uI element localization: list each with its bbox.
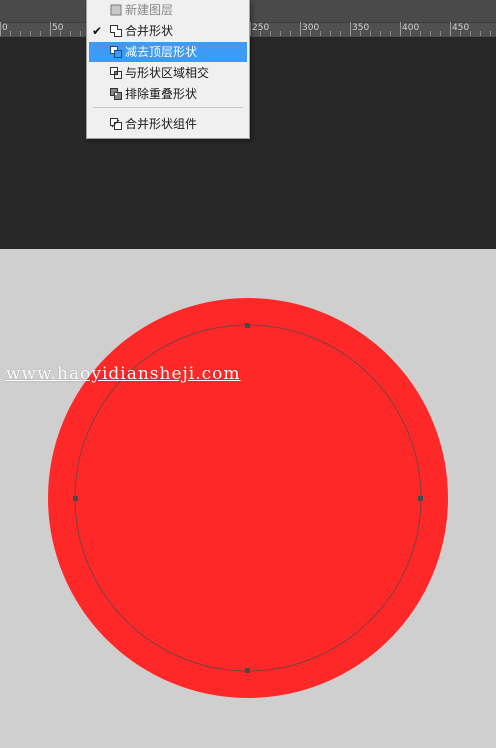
watermark-text: www.haoyidiansheji.com (6, 364, 241, 384)
menu-item-label: 排除重叠形状 (125, 87, 198, 101)
path-operations-menu: 新建图层 ✔ 合并形状 减去顶层形状 与形状区域相交 排除重叠形状 合并形状组件 (86, 0, 250, 139)
new-layer-icon (110, 4, 122, 16)
menu-item-label: 合并形状组件 (125, 117, 198, 131)
exclude-overlapping-shapes-icon (110, 88, 122, 100)
checkmark-icon: ✔ (92, 24, 103, 38)
anchor-point-bottom[interactable] (245, 668, 250, 673)
menu-item-exclude-overlapping-shapes[interactable]: 排除重叠形状 (89, 84, 247, 104)
menu-item-subtract-front-shape[interactable]: 减去顶层形状 (89, 42, 247, 62)
intersect-shape-areas-icon (110, 67, 122, 79)
combine-shapes-icon (110, 25, 122, 37)
subtract-front-shape-icon (110, 46, 122, 58)
anchor-point-left[interactable] (73, 496, 78, 501)
menu-item-new-layer[interactable]: 新建图层 (89, 0, 247, 20)
anchor-point-top[interactable] (245, 323, 250, 328)
merge-shape-components-icon (110, 118, 122, 130)
menu-item-label: 减去顶层形状 (125, 45, 198, 59)
red-circle-shape[interactable] (48, 298, 448, 698)
anchor-point-right[interactable] (418, 496, 423, 501)
menu-item-label: 与形状区域相交 (125, 66, 210, 80)
menu-separator (93, 107, 243, 108)
menu-item-label: 合并形状 (125, 24, 174, 38)
menu-item-intersect-shape-areas[interactable]: 与形状区域相交 (89, 63, 247, 83)
menu-item-label: 新建图层 (125, 3, 174, 17)
menu-item-combine-shapes[interactable]: ✔ 合并形状 (89, 21, 247, 41)
menu-item-merge-shape-components[interactable]: 合并形状组件 (89, 114, 247, 134)
